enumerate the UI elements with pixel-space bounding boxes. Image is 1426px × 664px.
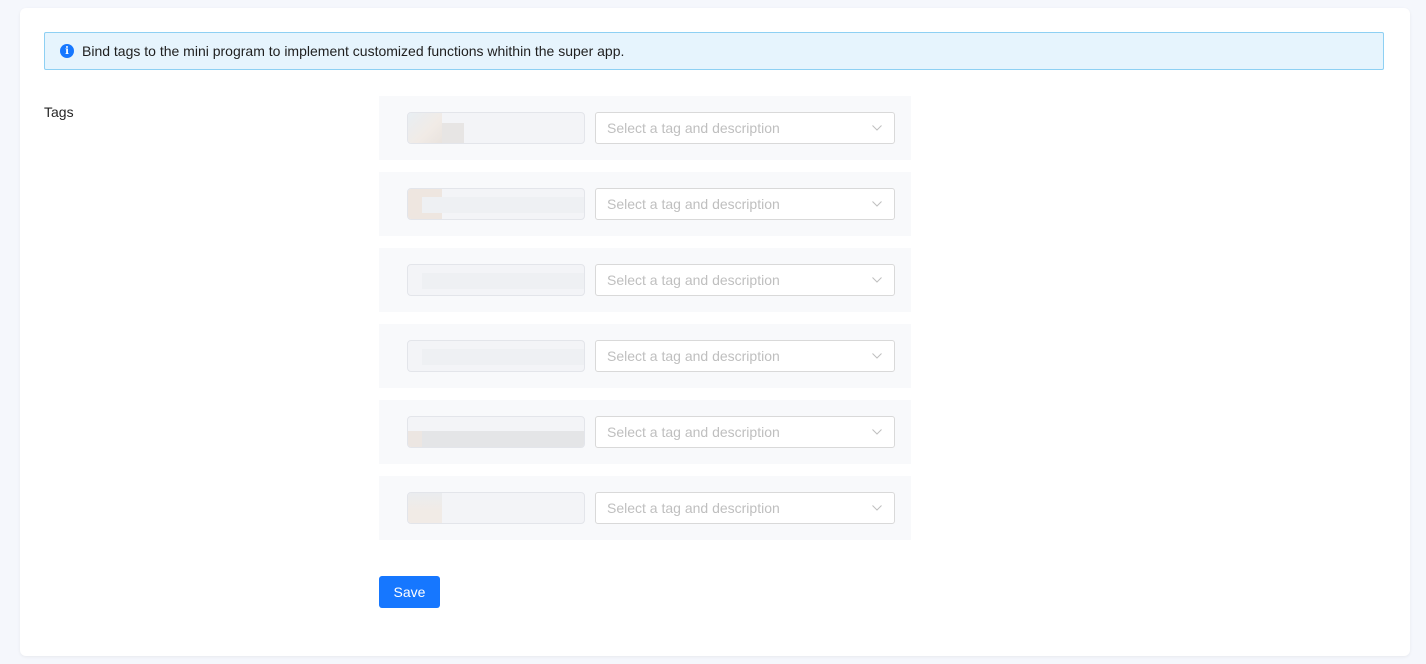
chevron-down-icon bbox=[872, 199, 882, 209]
tag-row: Select a tag and description bbox=[379, 248, 911, 312]
chevron-down-icon bbox=[872, 427, 882, 437]
select-placeholder: Select a tag and description bbox=[607, 120, 780, 136]
save-button[interactable]: Save bbox=[379, 576, 440, 608]
tag-row: Select a tag and description bbox=[379, 400, 911, 464]
chevron-down-icon bbox=[872, 123, 882, 133]
tag-name-field bbox=[407, 188, 585, 220]
info-icon: i bbox=[60, 44, 74, 58]
tag-select[interactable]: Select a tag and description bbox=[595, 112, 895, 144]
chevron-down-icon bbox=[872, 275, 882, 285]
tag-row: Select a tag and description bbox=[379, 324, 911, 388]
tag-name-field bbox=[407, 416, 585, 448]
select-placeholder: Select a tag and description bbox=[607, 272, 780, 288]
redacted-block bbox=[422, 349, 584, 365]
select-placeholder: Select a tag and description bbox=[607, 348, 780, 364]
redacted-block bbox=[408, 493, 442, 523]
redacted-block bbox=[408, 113, 442, 143]
tag-select[interactable]: Select a tag and description bbox=[595, 492, 895, 524]
tag-row: Select a tag and description bbox=[379, 476, 911, 540]
tag-name-field bbox=[407, 112, 585, 144]
chevron-down-icon bbox=[872, 351, 882, 361]
tag-name-field bbox=[407, 264, 585, 296]
redacted-block bbox=[442, 123, 464, 143]
tag-select[interactable]: Select a tag and description bbox=[595, 416, 895, 448]
tag-select[interactable]: Select a tag and description bbox=[595, 264, 895, 296]
select-placeholder: Select a tag and description bbox=[607, 424, 780, 440]
redacted-block bbox=[422, 431, 584, 447]
redacted-block bbox=[422, 273, 584, 289]
tag-select[interactable]: Select a tag and description bbox=[595, 340, 895, 372]
tag-select[interactable]: Select a tag and description bbox=[595, 188, 895, 220]
tag-binding-card: i Bind tags to the mini program to imple… bbox=[20, 8, 1410, 656]
tags-label: Tags bbox=[44, 104, 74, 120]
tag-row: Select a tag and description bbox=[379, 172, 911, 236]
tag-name-field bbox=[407, 492, 585, 524]
select-placeholder: Select a tag and description bbox=[607, 500, 780, 516]
tag-rows: Select a tag and description Select a ta… bbox=[379, 96, 911, 552]
chevron-down-icon bbox=[872, 503, 882, 513]
tag-row: Select a tag and description bbox=[379, 96, 911, 160]
select-placeholder: Select a tag and description bbox=[607, 196, 780, 212]
redacted-block bbox=[422, 197, 584, 213]
info-alert: i Bind tags to the mini program to imple… bbox=[44, 32, 1384, 70]
tag-name-field bbox=[407, 340, 585, 372]
alert-message: Bind tags to the mini program to impleme… bbox=[82, 43, 625, 59]
